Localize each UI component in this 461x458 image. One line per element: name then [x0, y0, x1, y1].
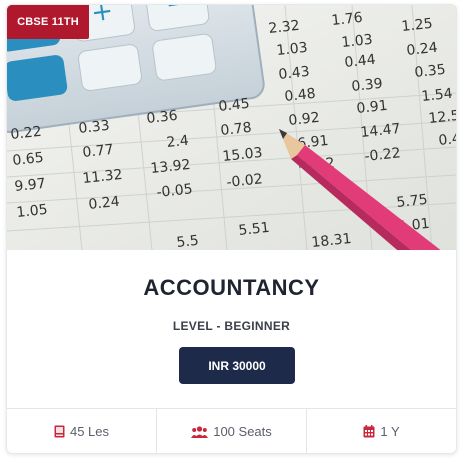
- svg-text:9.97: 9.97: [14, 176, 47, 195]
- svg-text:0.65: 0.65: [12, 150, 45, 169]
- svg-text:0.48: 0.48: [284, 86, 317, 105]
- stat-lessons-text: 45 Les: [69, 424, 110, 439]
- course-stats: 45 Les 100 Seats 1 Y: [7, 408, 456, 453]
- price-button[interactable]: INR 30000: [179, 347, 295, 384]
- svg-text:1.05: 1.05: [16, 202, 49, 221]
- svg-text:0.35: 0.35: [414, 62, 447, 81]
- svg-text:0.33: 0.33: [78, 118, 111, 137]
- course-level: LEVEL - BEGINNER: [172, 319, 291, 333]
- svg-text:+: +: [89, 5, 115, 29]
- svg-text:5.75: 5.75: [396, 192, 429, 211]
- calendar-icon: [363, 425, 375, 438]
- svg-text:0.45: 0.45: [218, 96, 251, 115]
- svg-text:0.39: 0.39: [351, 76, 384, 95]
- course-card[interactable]: + = 2.32 1.76 1.25 1.03 1.03 0.24 0.43 0…: [6, 4, 457, 454]
- svg-text:5.51: 5.51: [238, 220, 271, 239]
- grade-badge: CBSE 11TH: [7, 5, 89, 39]
- svg-text:18.31: 18.31: [311, 231, 353, 250]
- stat-lessons: 45 Les: [7, 409, 156, 453]
- svg-text:0.4: 0.4: [438, 131, 456, 149]
- svg-text:0.22: 0.22: [10, 124, 43, 143]
- stat-duration-text: 1 Y: [380, 424, 400, 439]
- svg-text:0.91: 0.91: [356, 98, 389, 117]
- course-image: + = 2.32 1.76 1.25 1.03 1.03 0.24 0.43 0…: [7, 5, 456, 250]
- svg-text:0.44: 0.44: [344, 52, 377, 71]
- users-icon: [191, 425, 209, 438]
- svg-text:0.43: 0.43: [278, 64, 311, 83]
- svg-text:1.03: 1.03: [276, 40, 309, 59]
- svg-text:0.36: 0.36: [146, 108, 179, 127]
- svg-text:1.03: 1.03: [341, 32, 374, 51]
- book-icon: [54, 425, 65, 438]
- stat-seats-text: 100 Seats: [213, 424, 272, 439]
- svg-text:0.77: 0.77: [82, 142, 115, 161]
- svg-text:0.92: 0.92: [288, 110, 321, 129]
- svg-text:2.32: 2.32: [268, 18, 301, 37]
- stat-duration: 1 Y: [306, 409, 456, 453]
- svg-text:0.24: 0.24: [406, 40, 439, 59]
- svg-text:0.24: 0.24: [88, 194, 121, 213]
- stat-seats: 100 Seats: [156, 409, 306, 453]
- svg-text:1.25: 1.25: [401, 16, 434, 35]
- svg-text:2.4: 2.4: [166, 133, 190, 151]
- svg-text:5.5: 5.5: [176, 233, 200, 250]
- svg-text:0.78: 0.78: [220, 120, 253, 139]
- svg-text:1.54: 1.54: [421, 86, 454, 105]
- svg-text:1.76: 1.76: [331, 10, 364, 29]
- course-title: ACCOUNTANCY: [143, 275, 320, 300]
- svg-text:12.5: 12.5: [428, 108, 456, 127]
